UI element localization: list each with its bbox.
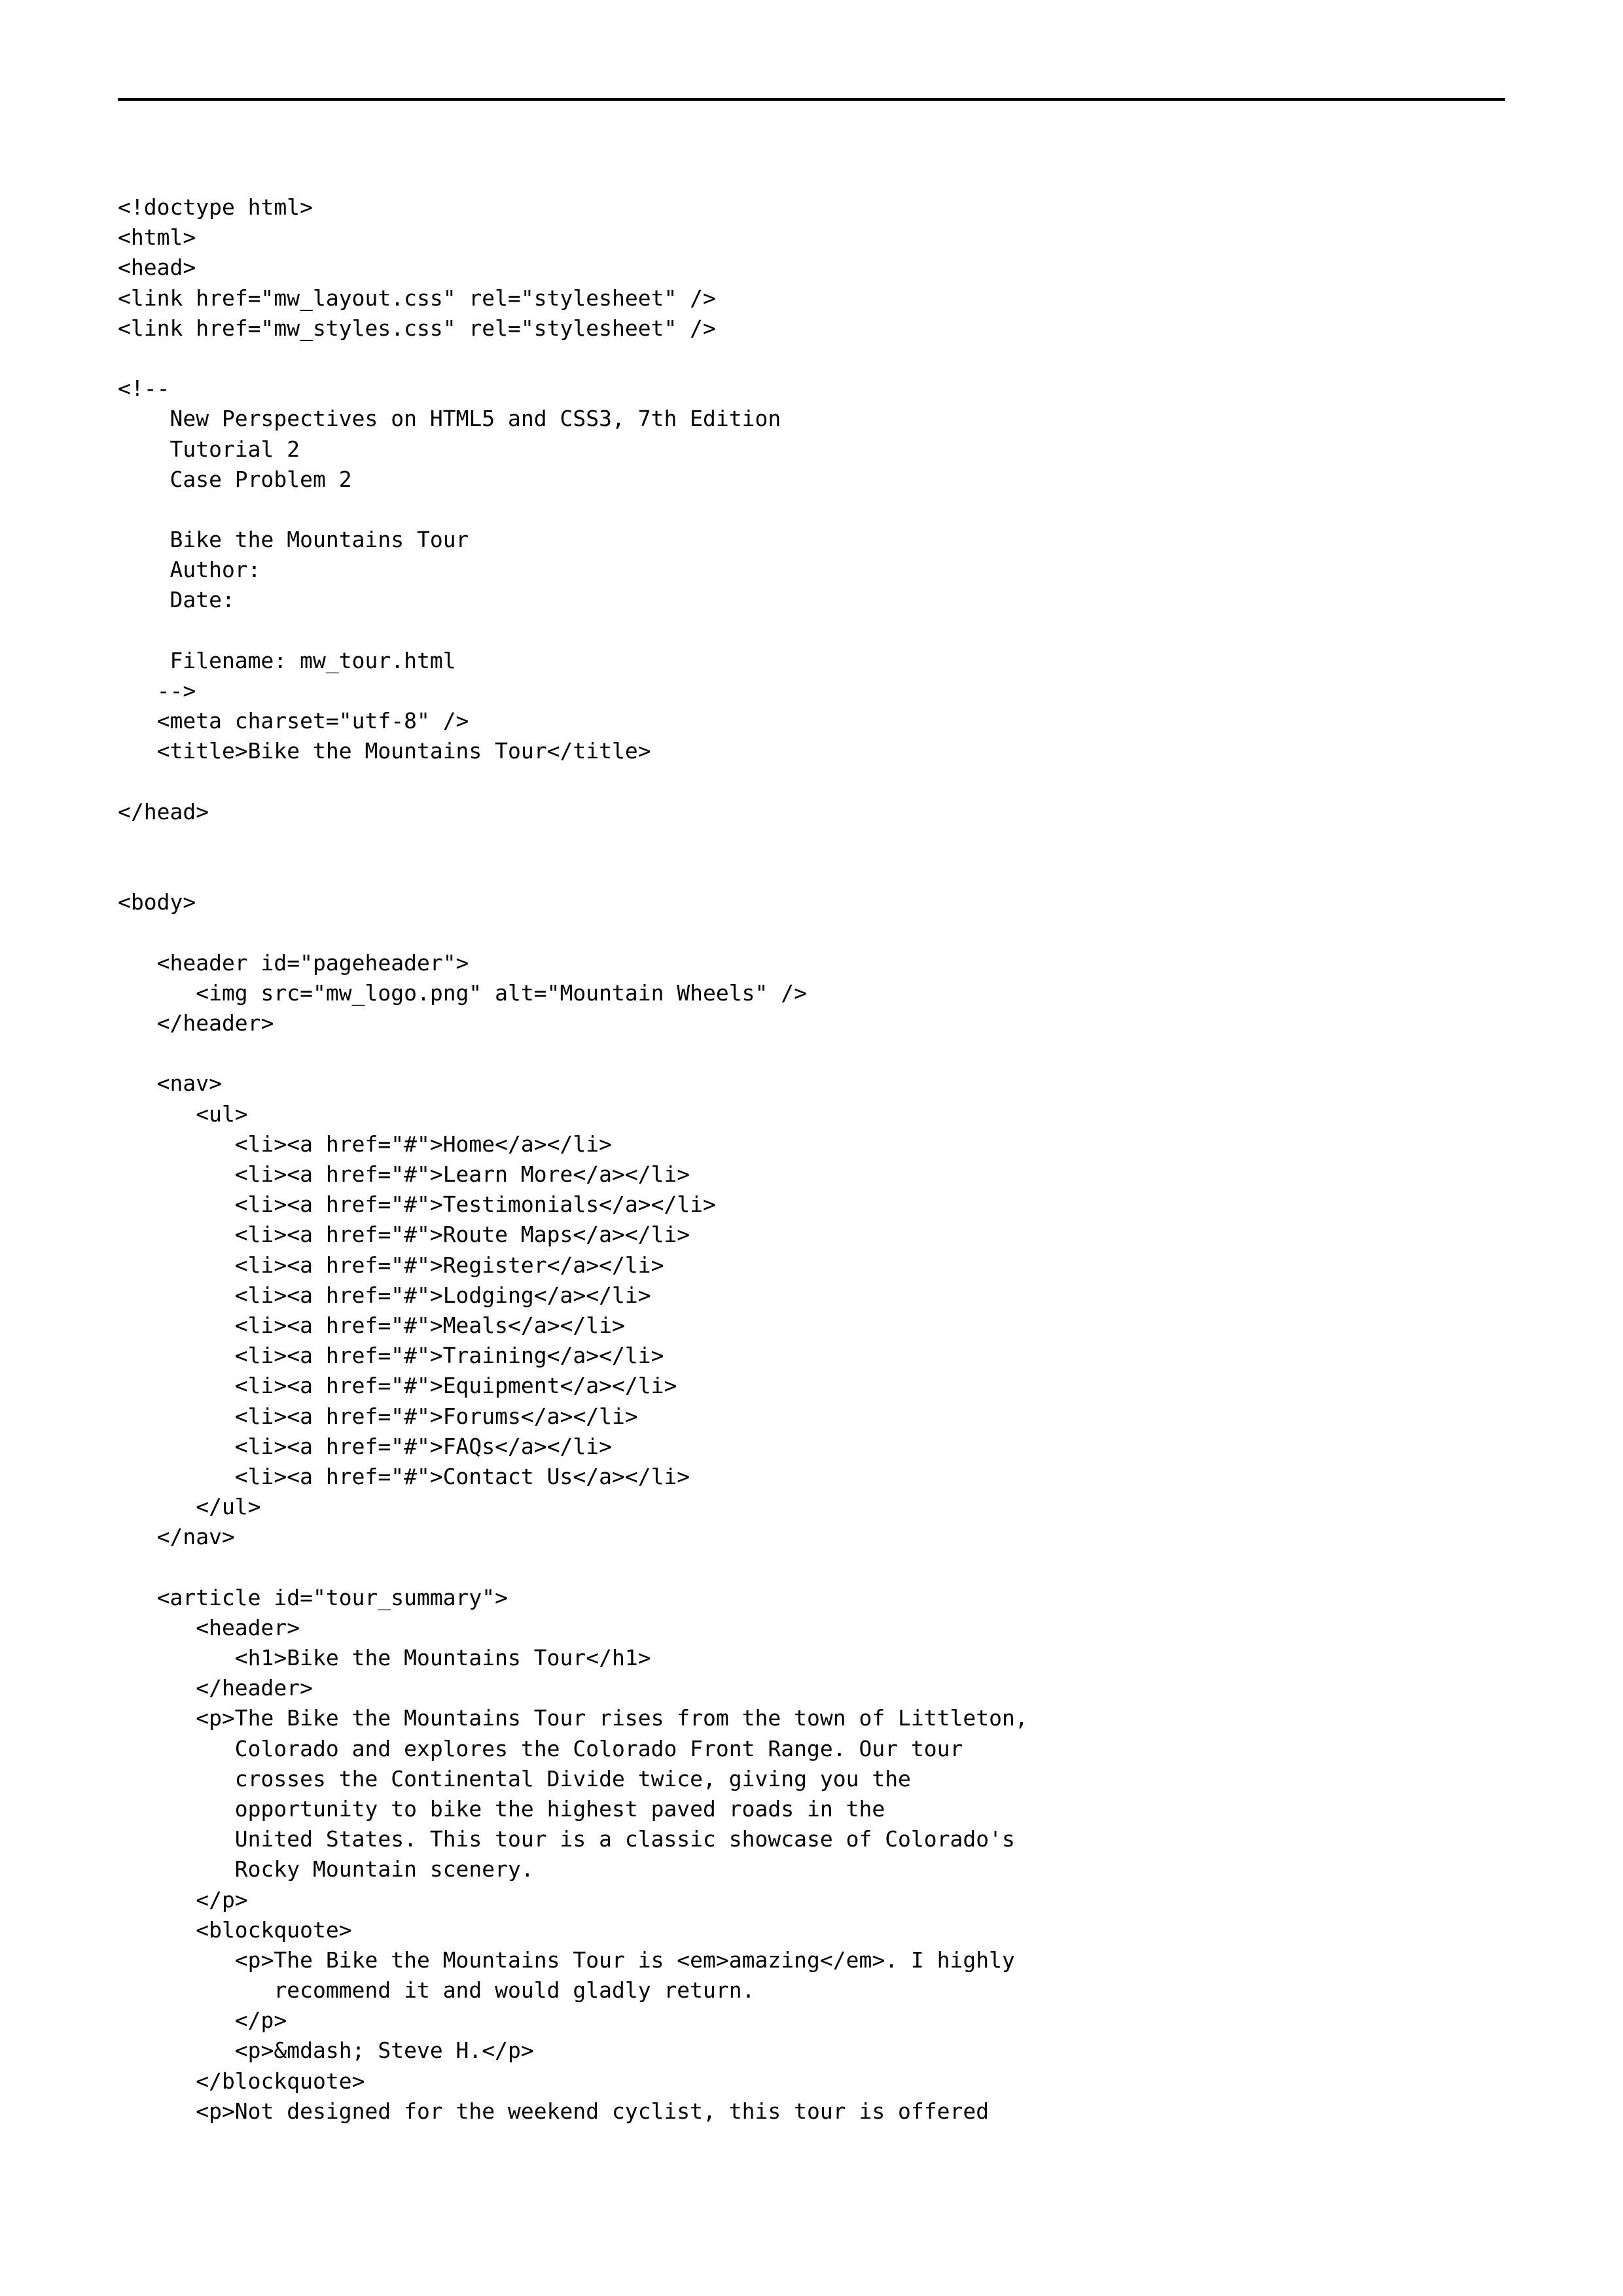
document-page: <!doctype html> <html> <head> <link href… [0, 0, 1623, 2296]
top-horizontal-rule [118, 98, 1505, 101]
code-listing: <!doctype html> <html> <head> <link href… [118, 192, 1505, 2127]
